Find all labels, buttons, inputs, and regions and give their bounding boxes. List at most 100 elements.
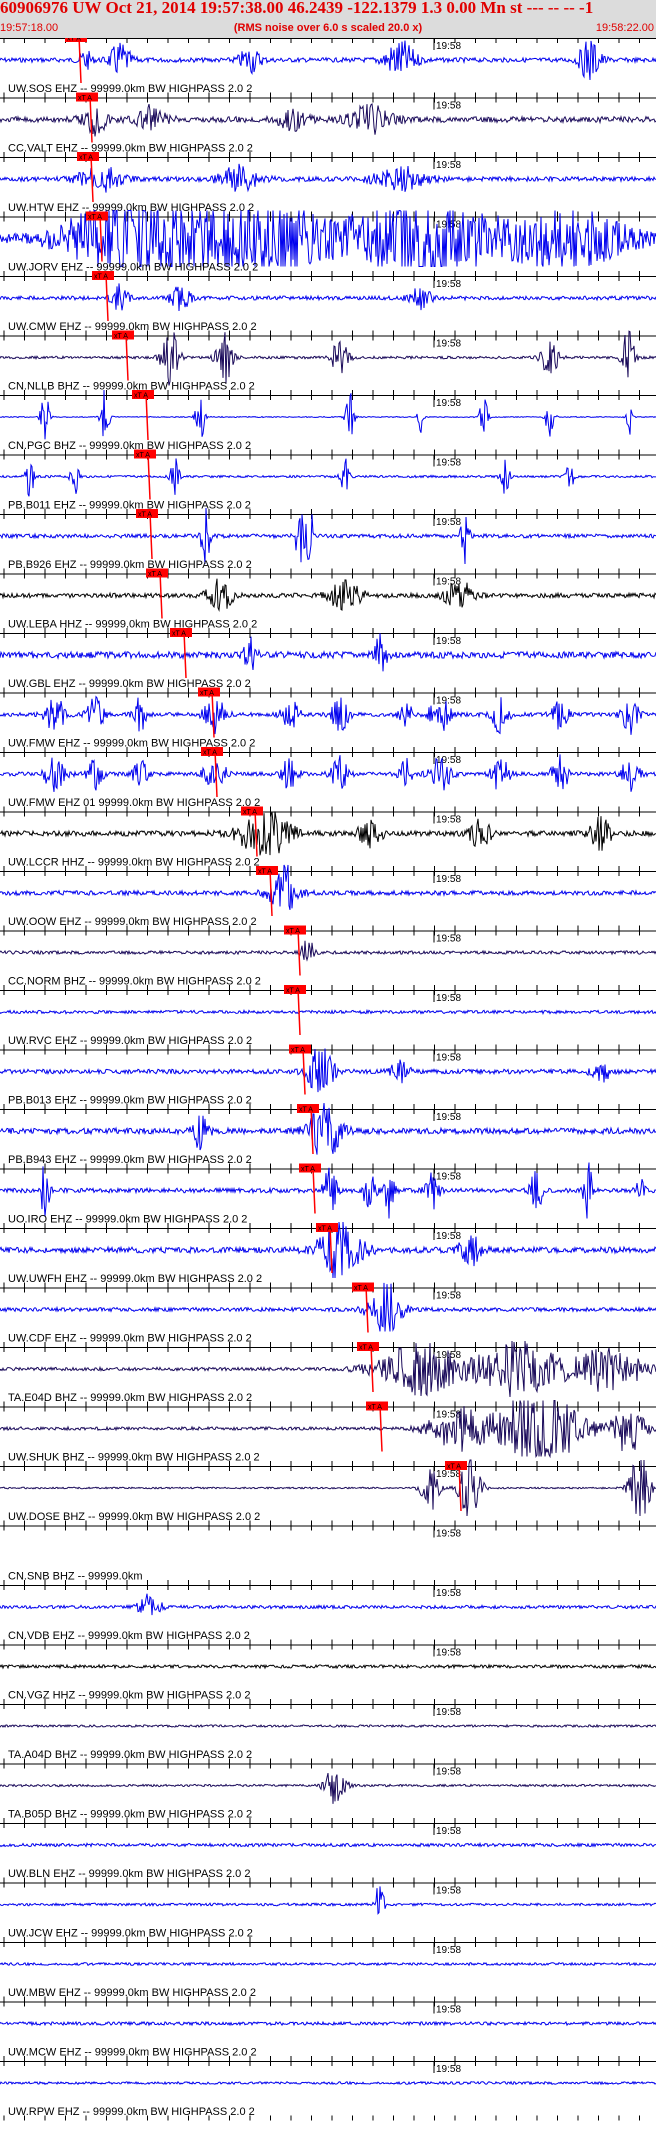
phase-pick-line	[159, 571, 163, 619]
channel-panel: 19:58 xT A CC.NORM BHZ -- 99999.0km BW HIG…	[0, 925, 656, 990]
minute-label: 19:58	[436, 1707, 461, 1718]
minute-label: 19:58	[436, 398, 461, 409]
phase-pick-label: xT A	[286, 988, 300, 995]
channel-label: CC.NORM BHZ -- 99999.0km BW HIGHPASS 2.0…	[8, 976, 261, 988]
minute-label: 19:58	[436, 1172, 461, 1183]
phase-pick-line	[183, 630, 187, 679]
waveform-trace	[0, 754, 656, 792]
phase-pick-label: xT A	[79, 155, 93, 162]
phase-pick-label: xT A	[354, 1285, 368, 1292]
channel-label: TA.A04D BHZ -- 99999.0km BW HIGHPASS 2.0…	[8, 1749, 252, 1761]
scaling-note: (RMS noise over 6.0 s scaled 20.0 x)	[233, 22, 423, 34]
channel-label: UW.LCCR HHZ -- 99999.0km BW HIGHPASS 2.0…	[8, 857, 260, 869]
channel-label: UO.IRO EHZ -- 99999.0km BW HIGHPASS 2.0 …	[8, 1214, 247, 1226]
phase-pick-line	[370, 1344, 374, 1393]
phase-pick-line	[125, 333, 129, 381]
channel-label: TA.B05D BHZ -- 99999.0km BW HIGHPASS 2.0…	[8, 1809, 252, 1821]
channel-panel: 19:58xT AUW.CMW EHZ -- 99999.0km BW HIGH…	[0, 271, 656, 336]
channel-panel: 19:58 xT A UW.UWFH EHZ -- 99999.0km BW HIG…	[0, 1221, 656, 1288]
phase-pick-line	[90, 154, 94, 203]
phase-pick-label: xT A	[286, 928, 300, 935]
waveform-trace	[0, 163, 656, 193]
channel-label: PB.B013 EHZ -- 99999.0km BW HIGHPASS 2.0…	[8, 1095, 252, 1107]
waveform-trace	[0, 103, 656, 137]
waveform-trace	[0, 940, 656, 962]
minute-label: 19:58	[436, 577, 461, 588]
waveform-trace	[0, 1048, 656, 1093]
minute-label: 19:58	[436, 1469, 461, 1480]
phase-pick-line	[302, 1047, 306, 1095]
minute-label: 19:58	[436, 1648, 461, 1659]
channel-label: CN.PGC BHZ -- 99999.0km BW HIGHPASS 2.0 …	[8, 440, 251, 452]
channel-panel: 19:58 UW.RPW EHZ -- 99999.0km BW HIGHPASS…	[0, 2061, 656, 2121]
minute-label: 19:58	[436, 1588, 461, 1599]
phase-pick-line	[297, 928, 301, 976]
channel-panel: 19:58 TA.A04D BHZ -- 99999.0km BW HIGHPAS…	[0, 1704, 656, 1764]
phase-pick-label: xT A	[136, 452, 150, 459]
end-time: 19:58:22.00	[595, 22, 654, 34]
channel-panel: 19:58xT AUW.FMW EHZ -- 99999.0km BW HIGH…	[0, 687, 656, 752]
minute-label: 19:58	[436, 1767, 461, 1778]
waveform-trace	[0, 2080, 656, 2086]
phase-pick-line	[149, 511, 153, 560]
minute-label: 19:58	[436, 1410, 461, 1421]
channel-label: UW.RVC EHZ -- 99999.0km BW HIGHPASS 2.0 …	[8, 1035, 252, 1047]
phase-pick-line	[297, 987, 301, 1036]
waveform-trace	[0, 2020, 656, 2027]
channel-label: UW.MCW EHZ -- 99999.0km BW HIGHPASS 2.0 …	[8, 2047, 257, 2059]
channel-panel: 19:58 xT A UW.LCCR HHZ -- 99999.0km BW HIG…	[0, 806, 656, 871]
phase-pick-line	[269, 868, 273, 917]
channel-label: PB.B926 EHZ -- 99999.0km BW HIGHPASS 2.0…	[8, 559, 252, 571]
phase-pick-line	[214, 749, 218, 798]
phase-pick-label: xT A	[359, 1345, 373, 1352]
minute-label: 19:58	[436, 874, 461, 885]
phase-pick-label: xT A	[148, 571, 162, 578]
waveform-trace	[0, 695, 656, 735]
channel-label: TA.E04D BHZ -- 99999.0km BW HIGHPASS 2.0…	[8, 1392, 252, 1404]
channel-panel: 19:58 xT A CC.VALT EHZ -- 99999.0km BW HIG…	[0, 92, 656, 157]
phase-pick-label: xT A	[88, 214, 102, 221]
phase-pick-line	[147, 452, 151, 500]
minute-label: 19:58	[436, 2005, 461, 2016]
phase-pick-label: xT A	[138, 512, 152, 519]
waveform-trace	[0, 40, 656, 81]
waveform-trace	[0, 1841, 656, 1848]
minute-label: 19:58	[436, 458, 461, 469]
phase-pick-label: xT A	[318, 1226, 332, 1233]
phase-pick-line	[254, 809, 258, 857]
channel-panel: 19:58 xT A PB.B926 EHZ -- 99999.0km BW HIG…	[0, 507, 656, 574]
phase-pick-line	[379, 1404, 383, 1452]
phase-pick-line	[211, 690, 215, 738]
phase-pick-label: xT A	[368, 1404, 382, 1411]
channel-label: CN.VDB EHZ -- 99999.0km BW HIGHPASS 2.0 …	[8, 1630, 250, 1642]
phase-pick-line	[105, 273, 109, 322]
phase-pick-line	[365, 1285, 369, 1333]
minute-label: 19:58	[436, 279, 461, 290]
channel-label: CC.VALT EHZ -- 99999.0km BW HIGHPASS 2.0…	[8, 143, 253, 155]
phase-pick-line	[312, 1166, 316, 1214]
channel-panel: 19:58 xT A UW.RVC EHZ -- 99999.0km BW HIGH…	[0, 985, 656, 1050]
minute-label: 19:58	[436, 1945, 461, 1956]
channel-label: UW.FMW EHZ 01 99999.0km BW HIGHPASS 2.0 …	[8, 797, 260, 809]
minute-label: 19:58	[436, 755, 461, 766]
minute-label: 19:58	[436, 1291, 461, 1302]
channel-label: UW.MBW EHZ -- 99999.0km BW HIGHPASS 2.0 …	[8, 1987, 256, 1999]
minute-label: 19:58	[436, 1231, 461, 1242]
channel-panel: 19:58 xT A PB.B011 EHZ -- 99999.0km BW HIG…	[0, 449, 656, 514]
channel-label: UW.RPW EHZ -- 99999.0km BW HIGHPASS 2.0 …	[8, 2106, 255, 2118]
phase-pick-label: xT A	[243, 809, 257, 816]
channel-label: CN.NLLB BHZ -- 99999.0km BW HIGHPASS 2.0…	[8, 381, 255, 393]
waveform-trace	[0, 578, 656, 613]
channel-panel: 19:58 xT A UW.OOW EHZ -- 99999.0km BW HIGH…	[0, 864, 656, 931]
phase-pick-label: xT A	[258, 869, 272, 876]
channel-label: UW.JCW EHZ -- 99999.0km BW HIGHPASS 2.0 …	[8, 1928, 253, 1940]
waveform-trace	[0, 1593, 656, 1616]
waveform-trace	[0, 1663, 656, 1670]
phase-pick-line	[89, 95, 93, 143]
waveform-trace	[0, 633, 656, 672]
waveform-trace	[0, 283, 656, 312]
phase-pick-label: xT A	[134, 393, 148, 400]
channel-label: PB.B943 EHZ -- 99999.0km BW HIGHPASS 2.0…	[8, 1154, 252, 1166]
channel-label: UW.SHUK BHZ -- 99999.0km BW HIGHPASS 2.0…	[8, 1452, 260, 1464]
minute-label: 19:58	[436, 339, 461, 350]
